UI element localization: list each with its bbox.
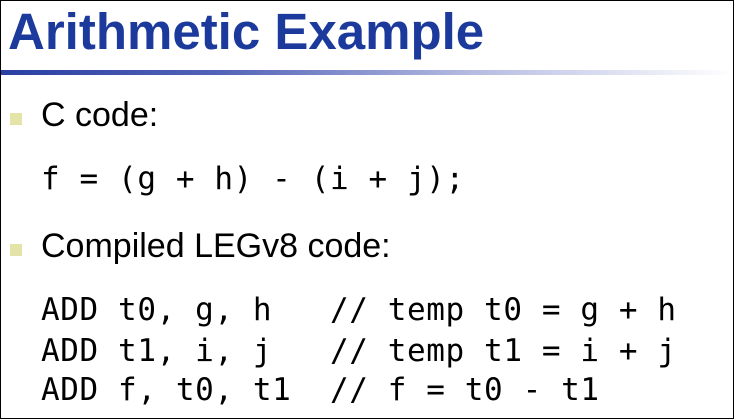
square-bullet-icon [10, 244, 22, 256]
slide-title: Arithmetic Example [8, 3, 485, 60]
square-bullet-icon [10, 113, 22, 125]
bullet-label: Compiled LEGv8 code: [41, 227, 391, 265]
slide: Arithmetic Example C code: f = (g + h) -… [0, 0, 734, 419]
c-code-line: f = (g + h) - (i + j); [41, 161, 465, 197]
asm-code-line: ADD t1, i, j // temp t1 = i + j [41, 333, 677, 369]
asm-code-line: ADD f, t0, t1 // f = t0 - t1 [41, 372, 600, 408]
title-underline [1, 70, 733, 75]
asm-code-line: ADD t0, g, h // temp t0 = g + h [41, 292, 677, 328]
bullet-label: C code: [41, 96, 159, 134]
